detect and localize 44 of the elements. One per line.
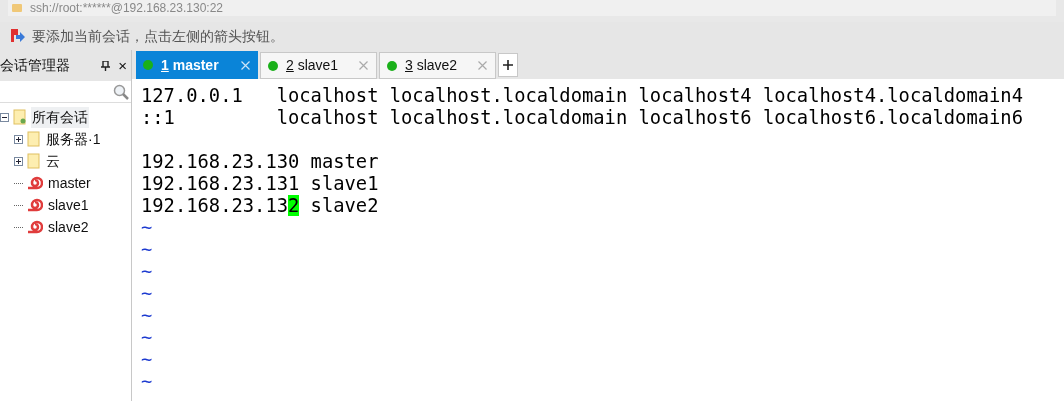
expand-icon[interactable] [14,134,23,144]
tree-line [14,204,23,206]
tree-item[interactable]: slave2 [47,216,90,238]
info-text: 要添加当前会话，点击左侧的箭头按钮。 [32,26,284,46]
tree-item[interactable]: 服务器·1 [45,128,102,150]
panel-title: 会话管理器 [0,56,71,75]
collapse-icon[interactable] [0,112,9,122]
terminal-line: ::1 localhost localhost.localdomain localhost6 localhost6.localdomain6 [141,107,1023,129]
spiral-icon [27,220,43,234]
terminal-line: 192.168.23.132 slave2 [141,195,379,217]
tree-item[interactable]: slave1 [47,194,90,216]
terminal-line: 192.168.23.131 slave1 [141,173,379,195]
session-tab[interactable]: 2 slave1 [260,52,377,79]
address-text: ssh://root:******@192.168.23.130:22 [30,2,223,14]
folder-icon [13,109,27,125]
session-tab[interactable]: 1 master [136,51,258,79]
tilde-marker: ~ [141,283,153,305]
search-icon [113,83,129,100]
close-button[interactable]: × [118,58,127,73]
new-tab-button[interactable] [498,53,518,77]
plus-icon [503,60,513,70]
tilde-marker: ~ [141,349,153,371]
terminal-line: 192.168.23.130 master [141,151,379,173]
tree-line [14,226,23,228]
tree-line [14,182,23,184]
tilde-marker: ~ [141,305,153,327]
tilde-marker: ~ [141,217,153,239]
tree-item[interactable]: 云 [45,150,61,172]
tree-item[interactable]: master [47,172,92,194]
spiral-icon [27,176,43,190]
expand-icon[interactable] [14,156,23,166]
arrow-icon [10,28,26,44]
tilde-marker: ~ [141,371,153,393]
tree-item[interactable]: 所有会话 [31,106,89,128]
tilde-marker: ~ [141,239,153,261]
terminal-line: 127.0.0.1 localhost localhost.localdomain localhost4 localhost4.localdomain4 [141,85,1023,107]
tilde-marker: ~ [141,327,153,349]
folder-icon [12,4,22,12]
folder-icon [27,131,41,147]
session-tab[interactable]: 3 slave2 [379,52,496,79]
pin-icon[interactable] [101,60,111,71]
spiral-icon [27,198,43,212]
folder-icon [27,153,41,169]
tilde-marker: ~ [141,261,153,283]
